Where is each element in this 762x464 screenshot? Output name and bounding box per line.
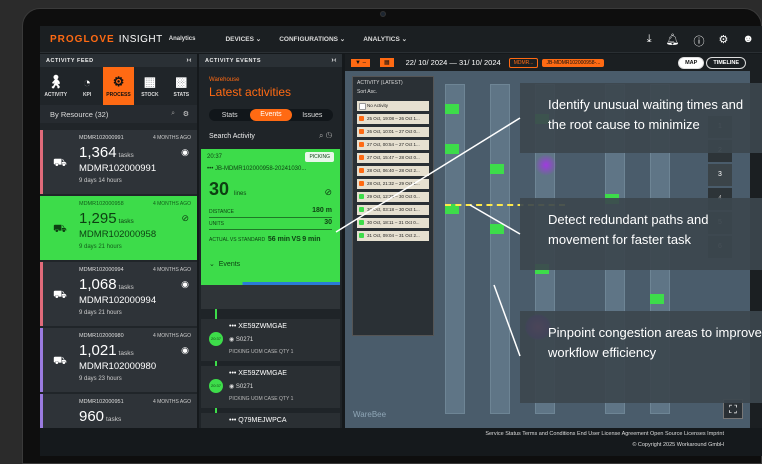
arrow-waiting [335, 117, 521, 233]
arrow-paths [469, 204, 521, 235]
callout-arrows [335, 117, 521, 357]
arrow-congestion [493, 284, 521, 357]
